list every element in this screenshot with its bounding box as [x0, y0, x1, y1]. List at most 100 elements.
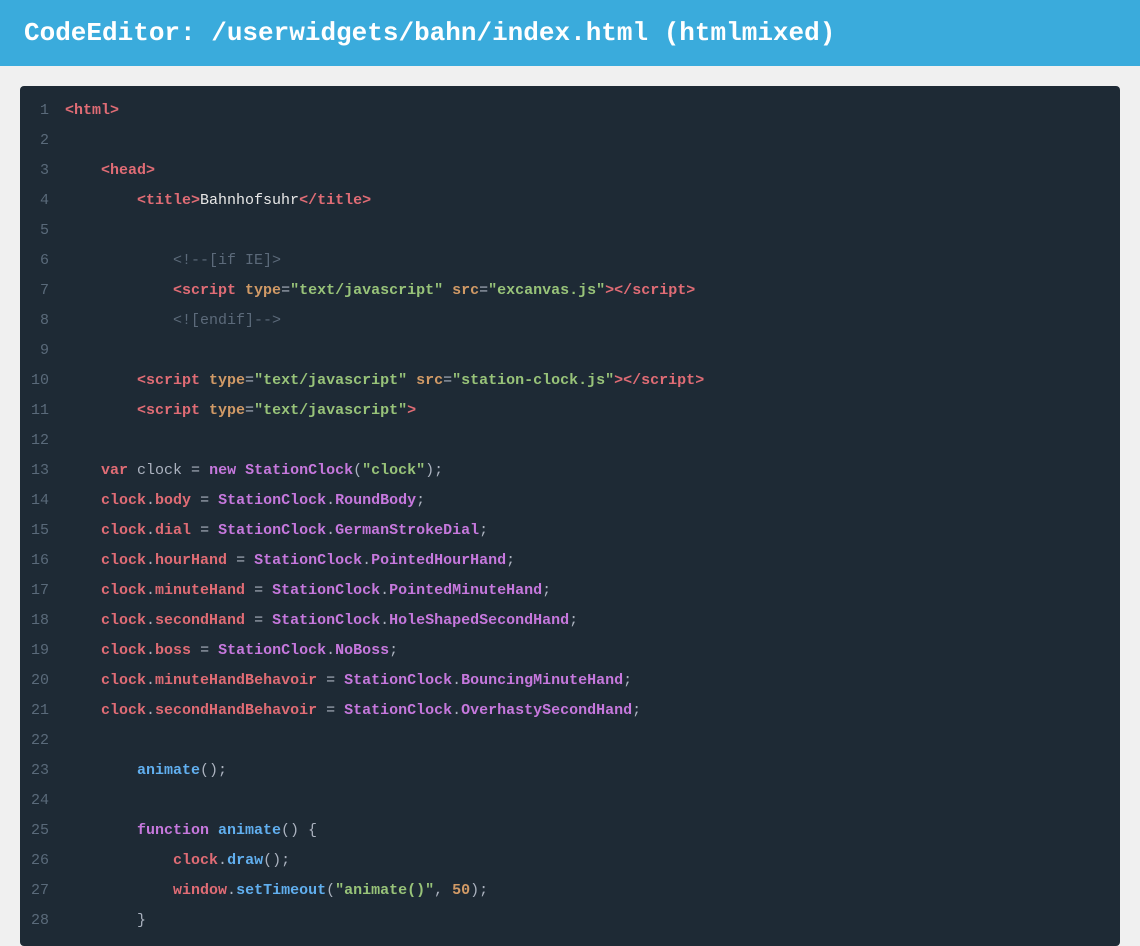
- token: type: [245, 282, 281, 299]
- token: clock: [101, 642, 146, 659]
- token: [65, 192, 137, 209]
- line-number: 10: [20, 368, 65, 394]
- token: [65, 312, 173, 329]
- code-line: 21 clock.secondHandBehavoir = StationClo…: [20, 696, 1120, 726]
- code-line: 4 <title>Bahnhofsuhr</title>: [20, 186, 1120, 216]
- token: src: [407, 372, 443, 389]
- token: =: [317, 702, 344, 719]
- line-number: 1: [20, 98, 65, 124]
- code-line: 5: [20, 216, 1120, 246]
- token: >: [695, 372, 704, 389]
- line-content: <title>Bahnhofsuhr</title>: [65, 188, 371, 214]
- token: .: [146, 642, 155, 659]
- token: clock: [101, 492, 146, 509]
- token: [65, 522, 101, 539]
- line-content: <![endif]-->: [65, 308, 281, 334]
- line-number: 21: [20, 698, 65, 724]
- line-content: [65, 218, 74, 244]
- token: GermanStrokeDial: [335, 522, 479, 539]
- token: NoBoss: [335, 642, 389, 659]
- line-number: 4: [20, 188, 65, 214]
- token: =: [245, 612, 272, 629]
- token: >: [407, 402, 416, 419]
- line-number: 18: [20, 608, 65, 634]
- header: CodeEditor: /userwidgets/bahn/index.html…: [0, 0, 1140, 66]
- token: ;: [569, 612, 578, 629]
- code-line: 7 <script type="text/javascript" src="ex…: [20, 276, 1120, 306]
- line-number: 25: [20, 818, 65, 844]
- token: "text/javascript": [254, 372, 407, 389]
- token: HoleShapedSecondHand: [389, 612, 569, 629]
- token: .: [326, 642, 335, 659]
- token: <html>: [65, 102, 119, 119]
- token: draw: [227, 852, 263, 869]
- token: <script: [137, 372, 209, 389]
- token: function: [137, 822, 218, 839]
- line-number: 19: [20, 638, 65, 664]
- token: [65, 462, 101, 479]
- line-number: 3: [20, 158, 65, 184]
- token: [65, 282, 173, 299]
- line-number: 8: [20, 308, 65, 334]
- code-line: 3 <head>: [20, 156, 1120, 186]
- token: () {: [281, 822, 317, 839]
- token: (: [353, 462, 362, 479]
- token: ;: [632, 702, 641, 719]
- line-content: clock.secondHand = StationClock.HoleShap…: [65, 608, 578, 634]
- token: .: [380, 612, 389, 629]
- token: .: [146, 612, 155, 629]
- code-line: 8 <![endif]-->: [20, 306, 1120, 336]
- line-content: clock.hourHand = StationClock.PointedHou…: [65, 548, 515, 574]
- token: .: [452, 702, 461, 719]
- token: StationClock: [344, 672, 452, 689]
- line-content: clock.boss = StationClock.NoBoss;: [65, 638, 398, 664]
- code-line: 26 clock.draw();: [20, 846, 1120, 876]
- token: [65, 162, 101, 179]
- token: [65, 552, 101, 569]
- token: =: [317, 672, 344, 689]
- token: =: [443, 372, 452, 389]
- code-line: 19 clock.boss = StationClock.NoBoss;: [20, 636, 1120, 666]
- token: PointedHourHand: [371, 552, 506, 569]
- line-content: clock.minuteHand = StationClock.PointedM…: [65, 578, 551, 604]
- code-line: 1<html>: [20, 96, 1120, 126]
- token: }: [137, 912, 146, 929]
- token: ;: [542, 582, 551, 599]
- token: [65, 252, 173, 269]
- token: StationClock: [218, 492, 326, 509]
- code-line: 14 clock.body = StationClock.RoundBody;: [20, 486, 1120, 516]
- token: PointedMinuteHand: [389, 582, 542, 599]
- token: ;: [623, 672, 632, 689]
- token: =: [479, 282, 488, 299]
- token: <![endif]-->: [173, 312, 281, 329]
- editor-container[interactable]: 1<html>2 3 <head>4 <title>Bahnhofsuhr</t…: [20, 86, 1120, 946]
- token: =: [281, 282, 290, 299]
- line-content: clock.minuteHandBehavoir = StationClock.…: [65, 668, 632, 694]
- line-content: window.setTimeout("animate()", 50);: [65, 878, 488, 904]
- line-content: clock.dial = StationClock.GermanStrokeDi…: [65, 518, 488, 544]
- token: .: [146, 492, 155, 509]
- line-number: 23: [20, 758, 65, 784]
- token: clock: [101, 552, 146, 569]
- token: (: [326, 882, 335, 899]
- token: ();: [200, 762, 227, 779]
- token: setTimeout: [236, 882, 326, 899]
- line-number: 5: [20, 218, 65, 244]
- line-number: 12: [20, 428, 65, 454]
- token: ;: [416, 492, 425, 509]
- token: 50: [452, 882, 470, 899]
- line-content: [65, 788, 74, 814]
- code-line: 17 clock.minuteHand = StationClock.Point…: [20, 576, 1120, 606]
- token: <script: [173, 282, 245, 299]
- token: );: [470, 882, 488, 899]
- token: clock: [173, 852, 218, 869]
- line-number: 22: [20, 728, 65, 754]
- token: type: [209, 402, 245, 419]
- line-content: <script type="text/javascript">: [65, 398, 416, 424]
- token: "animate()": [335, 882, 434, 899]
- line-content: function animate() {: [65, 818, 317, 844]
- line-content: animate();: [65, 758, 227, 784]
- code-line: 15 clock.dial = StationClock.GermanStrok…: [20, 516, 1120, 546]
- code-line: 9: [20, 336, 1120, 366]
- token: [65, 612, 101, 629]
